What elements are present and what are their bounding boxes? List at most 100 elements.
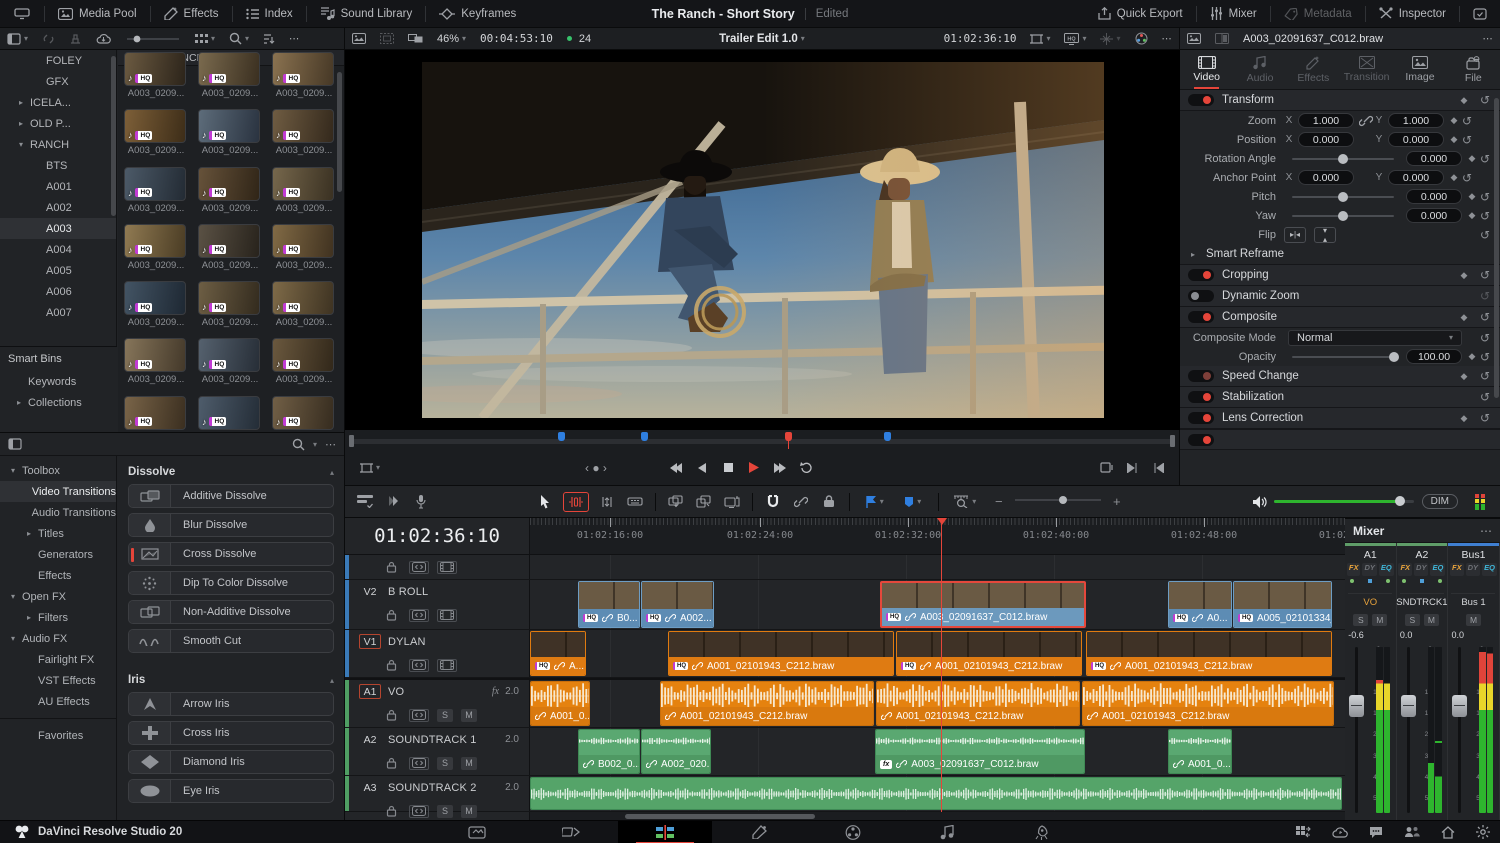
- play-button[interactable]: [741, 456, 767, 480]
- strip-label[interactable]: SNDTRCK1: [1396, 594, 1447, 610]
- param-slider[interactable]: [1292, 153, 1394, 164]
- reset-icon[interactable]: ↺: [1478, 411, 1492, 425]
- overwrite-clip-button[interactable]: [690, 489, 718, 515]
- effect-item-arrow-iris[interactable]: Arrow Iris: [128, 692, 334, 716]
- reset-icon[interactable]: ↺: [1460, 133, 1474, 147]
- meters-mini-icon[interactable]: [1466, 489, 1494, 515]
- track-lane-a1[interactable]: A001_0... A001_02101943_C212.braw A001_0…: [530, 680, 1345, 727]
- reset-icon[interactable]: ↺: [1478, 209, 1492, 223]
- inspector-tab-video[interactable]: Video: [1180, 50, 1233, 89]
- workspace-button[interactable]: [0, 0, 44, 27]
- mixer-options[interactable]: ⋯: [1480, 524, 1492, 538]
- track-header-a3[interactable]: A3 SOUNDTRACK 2 2.0 SM: [345, 776, 530, 818]
- timeline-clip-b002_0[interactable]: B002_0...: [578, 729, 640, 774]
- chevron-down-icon[interactable]: ▾: [16, 140, 26, 149]
- inspector-scrollbar[interactable]: [1494, 98, 1499, 398]
- razor-edit-button[interactable]: [621, 489, 649, 515]
- bin-item-a006[interactable]: A006: [0, 281, 116, 302]
- timeline-clip-a002_020[interactable]: A002_020...: [641, 729, 711, 774]
- auto-select-toggle[interactable]: [409, 658, 429, 672]
- track-name[interactable]: DYLAN: [388, 636, 426, 648]
- effects-category-au-effects[interactable]: AU Effects: [0, 691, 116, 712]
- section-cropping[interactable]: Cropping ◆ ↺: [1180, 265, 1500, 286]
- section-smart-reframe[interactable]: ▸ Smart Reframe: [1180, 244, 1500, 265]
- mute-button[interactable]: M: [1423, 614, 1439, 626]
- out-handle[interactable]: [1170, 435, 1175, 447]
- keyframe-icon[interactable]: ◆: [1458, 312, 1470, 323]
- fx-badge[interactable]: FX: [1450, 563, 1464, 576]
- media-clip[interactable]: ♪ HQ A003_0209...: [198, 281, 262, 330]
- dy-badge[interactable]: DY: [1362, 563, 1377, 576]
- fader-handle[interactable]: [1400, 695, 1416, 718]
- stop-button[interactable]: [715, 456, 741, 480]
- timeline-marker[interactable]: [641, 432, 648, 441]
- step-back-button[interactable]: [689, 456, 715, 480]
- keyframe-icon[interactable]: ◆: [1458, 413, 1470, 424]
- reset-icon[interactable]: ↺: [1478, 350, 1492, 364]
- voiceover-mic-icon[interactable]: [407, 489, 435, 515]
- keyframe-icon[interactable]: ◆: [1466, 210, 1478, 221]
- track-header-v3[interactable]: [345, 555, 530, 579]
- project-manager-icon[interactable]: [1296, 825, 1311, 839]
- media-clip[interactable]: ♪ HQ A003_0209...: [198, 52, 262, 101]
- param-slider[interactable]: [1292, 210, 1394, 221]
- effect-item-dip-to-color-dissolve[interactable]: Dip To Color Dissolve: [128, 571, 334, 595]
- media-pool-options[interactable]: ⋯: [282, 33, 307, 45]
- timeline-clip-a001_02101943_c212braw[interactable]: HQ A001_02101943_C212.braw: [896, 631, 1082, 676]
- lock-icon[interactable]: [381, 805, 401, 818]
- bin-item-a004[interactable]: A004: [0, 239, 116, 260]
- media-clip[interactable]: ♪ HQ: [124, 395, 188, 432]
- keyframe-icon[interactable]: ◆: [1466, 351, 1478, 362]
- media-clip[interactable]: ♪ HQ A003_0209...: [272, 338, 336, 387]
- auto-select-toggle[interactable]: [409, 608, 429, 622]
- smart-bin-item-collections[interactable]: ▸ Collections: [0, 392, 117, 413]
- media-clip[interactable]: ♪ HQ A003_0209...: [272, 281, 336, 330]
- viewer-zoom-select[interactable]: 46% ▾: [430, 33, 473, 45]
- fader-handle[interactable]: [1452, 695, 1468, 718]
- smart-bins-header[interactable]: Smart Bins: [0, 347, 117, 371]
- trim-edit-mode-button[interactable]: [562, 491, 589, 512]
- inspector-tab-file[interactable]: File: [1447, 50, 1500, 89]
- bin-item-a003[interactable]: A003: [0, 218, 116, 239]
- media-clip[interactable]: ♪ HQ A003_0209...: [272, 223, 336, 273]
- section-dynamic-zoom[interactable]: Dynamic Zoom ↺: [1180, 286, 1500, 307]
- bin-item-gfx[interactable]: GFX: [0, 71, 116, 92]
- timeline-clip-a001_02101943_c212braw[interactable]: A001_02101943_C212.braw: [660, 681, 874, 726]
- reset-icon[interactable]: ↺: [1478, 93, 1492, 107]
- monitor-volume-slider[interactable]: [1273, 496, 1414, 506]
- strip-label[interactable]: Bus 1: [1461, 594, 1485, 610]
- thumbnail-size-slider[interactable]: [118, 35, 188, 43]
- viewer-scrubber[interactable]: [349, 432, 1175, 449]
- topbar-button-keyframes[interactable]: Keyframes: [426, 0, 529, 27]
- strip-label[interactable]: VO: [1363, 594, 1377, 610]
- track-id[interactable]: V2: [359, 584, 381, 599]
- section-enable-toggle[interactable]: [1188, 311, 1214, 323]
- reset-icon[interactable]: ↺: [1478, 310, 1492, 324]
- clip-thumbnail[interactable]: ♪ HQ: [272, 395, 334, 430]
- track-id[interactable]: A3: [359, 780, 381, 795]
- clip-thumbnail[interactable]: ♪ HQ: [198, 395, 260, 430]
- effect-item-blur-dissolve[interactable]: Blur Dissolve: [128, 513, 334, 537]
- ui-layout-toggle[interactable]: [1460, 0, 1500, 27]
- bin-item-foley[interactable]: FOLEY: [0, 50, 116, 71]
- chat-icon[interactable]: [1369, 825, 1383, 839]
- collapse-icon[interactable]: ▴: [330, 468, 334, 477]
- transform-section-header[interactable]: Transform ◆ ↺: [1180, 90, 1500, 111]
- section-lens-correction[interactable]: Lens Correction ◆ ↺: [1180, 408, 1500, 429]
- proxy-quality-select[interactable]: HQ ▾: [1057, 32, 1093, 45]
- section-enable-toggle[interactable]: [1188, 269, 1214, 281]
- fx-badge[interactable]: FX: [1398, 563, 1413, 576]
- section-enable-toggle[interactable]: [1188, 370, 1214, 382]
- media-scrollbar[interactable]: [337, 72, 342, 192]
- pan-control[interactable]: [1348, 576, 1393, 594]
- solo-button[interactable]: S: [1353, 614, 1369, 626]
- effect-item-cross-dissolve[interactable]: Cross Dissolve: [128, 542, 334, 566]
- strip-id[interactable]: Bus1: [1462, 546, 1486, 563]
- effect-item-cross-iris[interactable]: Cross Iris: [128, 721, 334, 745]
- media-clip[interactable]: ♪ HQ A003_0209...: [124, 52, 188, 101]
- split-inspector-icon[interactable]: [1208, 33, 1236, 44]
- topbar-button-effects[interactable]: Effects: [151, 0, 232, 27]
- auto-select-toggle[interactable]: [409, 804, 429, 818]
- link-xy-icon[interactable]: [1358, 115, 1374, 127]
- smart-bin-item-keywords[interactable]: Keywords: [0, 371, 117, 392]
